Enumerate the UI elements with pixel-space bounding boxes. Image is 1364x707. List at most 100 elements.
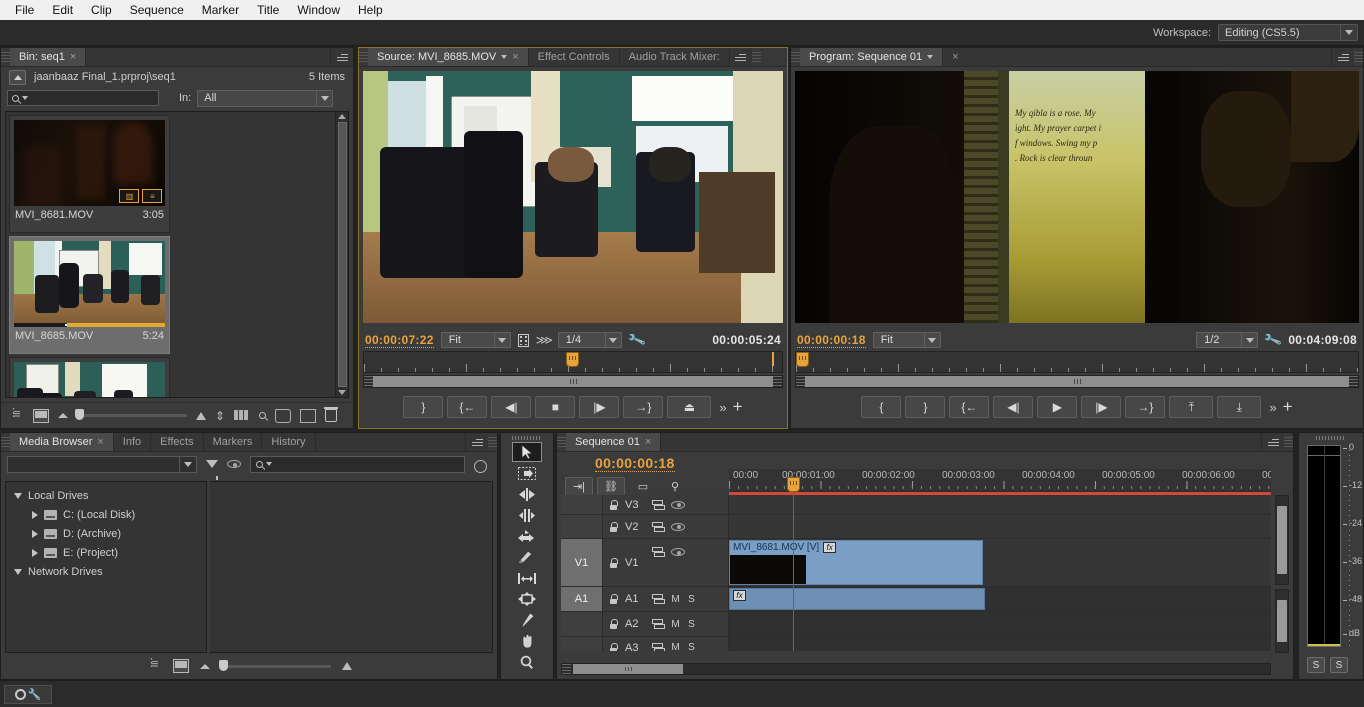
timeline-playhead[interactable] bbox=[787, 477, 800, 492]
track-header-v1[interactable]: V1 bbox=[603, 539, 729, 586]
step-forward-button[interactable]: |▶ bbox=[1081, 396, 1122, 418]
zoom-tool[interactable] bbox=[512, 652, 542, 672]
list-view-icon[interactable] bbox=[8, 406, 24, 423]
scrollbar-thumb[interactable] bbox=[337, 122, 347, 387]
chevron-down-icon[interactable] bbox=[501, 55, 508, 59]
menu-item-window[interactable]: Window bbox=[288, 1, 349, 19]
track-lane-a2[interactable] bbox=[729, 612, 1271, 636]
track-target-v3[interactable] bbox=[561, 495, 603, 514]
panel-grip-icon[interactable] bbox=[488, 437, 497, 447]
timeline-video-scrollbar[interactable] bbox=[1275, 495, 1289, 585]
step-back-button[interactable]: ◀| bbox=[993, 396, 1034, 418]
filter-funnel-icon[interactable] bbox=[206, 460, 218, 480]
track-lane-v1[interactable]: MVI_8681.MOV [V] fx bbox=[729, 539, 1271, 586]
bin-item[interactable]: ≡ MVI_8684.MOV 3:20 bbox=[9, 357, 170, 397]
tab-effects[interactable]: Effects bbox=[151, 433, 204, 451]
scrollbar-thumb[interactable] bbox=[373, 376, 773, 387]
rolling-edit-tool[interactable] bbox=[512, 505, 542, 525]
zoom-in-icon[interactable] bbox=[196, 411, 206, 420]
tree-item-drive-e[interactable]: E: (Project) bbox=[6, 543, 206, 562]
icon-view-icon[interactable] bbox=[33, 408, 49, 423]
chevron-right-icon[interactable] bbox=[32, 510, 38, 519]
source-zoom-scrollbar[interactable] bbox=[363, 375, 783, 388]
eye-icon[interactable] bbox=[671, 500, 685, 509]
panel-grip-icon[interactable] bbox=[1354, 52, 1363, 62]
track-row-v3[interactable]: V3 bbox=[561, 495, 1271, 515]
tab-sequence-01[interactable]: Sequence 01 × bbox=[566, 433, 662, 451]
close-icon[interactable]: × bbox=[70, 51, 76, 63]
set-out-point-button[interactable]: } bbox=[905, 396, 946, 418]
track-row-a3[interactable]: A3 M S bbox=[561, 637, 1271, 651]
close-icon[interactable]: × bbox=[512, 51, 518, 63]
tab-markers[interactable]: Markers bbox=[203, 433, 263, 451]
source-playhead[interactable] bbox=[566, 352, 579, 367]
go-to-out-point-button[interactable]: →} bbox=[1125, 396, 1166, 418]
hand-tool[interactable] bbox=[512, 631, 542, 651]
panel-grip-icon[interactable] bbox=[1, 52, 10, 62]
zoom-in-icon[interactable] bbox=[342, 662, 352, 670]
track-target-a2[interactable] bbox=[561, 612, 603, 636]
thumbnail[interactable]: ▥ ≡ bbox=[14, 120, 165, 206]
bin-panel-menu-button[interactable] bbox=[331, 48, 353, 66]
chevron-down-icon[interactable] bbox=[316, 90, 332, 106]
waveform-icon[interactable]: ⋙ bbox=[536, 333, 553, 347]
bin-item[interactable]: ▥ ≡ MVI_8681.MOV 3:05 bbox=[9, 115, 170, 233]
scroll-handle-left[interactable] bbox=[796, 376, 805, 387]
panel-grip-icon[interactable] bbox=[359, 52, 368, 62]
panel-grip-icon[interactable] bbox=[557, 437, 566, 447]
track-row-a1[interactable]: A1 A1 M S fx bbox=[561, 587, 1271, 612]
slip-tool[interactable] bbox=[512, 568, 542, 588]
program-ruler[interactable] bbox=[795, 351, 1359, 373]
timeline-clip-v1[interactable]: MVI_8681.MOV [V] fx bbox=[729, 540, 983, 585]
media-browser-file-list[interactable] bbox=[210, 481, 493, 653]
timeline-audio-scrollbar[interactable] bbox=[1275, 589, 1289, 653]
tab-source-monitor[interactable]: Source: MVI_8685.MOV × bbox=[368, 48, 529, 66]
chevron-down-icon[interactable] bbox=[1340, 25, 1357, 40]
track-header-v2[interactable]: V2 bbox=[603, 515, 729, 538]
track-row-v1[interactable]: V1 V1 MVI_8681.MOV [V] fx bbox=[561, 539, 1271, 587]
scrollbar-thumb[interactable] bbox=[805, 376, 1349, 387]
tab-media-browser[interactable]: Media Browser × bbox=[10, 433, 114, 451]
chevron-down-icon[interactable] bbox=[179, 456, 196, 472]
program-fit-select[interactable]: Fit bbox=[872, 332, 941, 348]
solo-button[interactable]: S bbox=[687, 594, 696, 605]
add-button-icon[interactable]: + bbox=[733, 398, 743, 415]
chevron-down-icon[interactable] bbox=[493, 333, 510, 347]
mute-button[interactable]: M bbox=[671, 619, 680, 630]
go-to-in-point-button[interactable]: {← bbox=[447, 396, 488, 418]
bin-scrollbar[interactable] bbox=[335, 112, 348, 397]
bin-in-select[interactable]: All bbox=[197, 89, 334, 107]
scrollbar-thumb[interactable] bbox=[573, 664, 683, 674]
chevron-down-icon[interactable] bbox=[14, 568, 22, 575]
insert-button[interactable]: ⏏ bbox=[667, 396, 712, 418]
pen-tool[interactable] bbox=[512, 610, 542, 630]
tab-bin-seq1[interactable]: Bin: seq1 × bbox=[10, 48, 87, 66]
sync-lock-icon[interactable] bbox=[652, 619, 665, 629]
mute-button[interactable]: M bbox=[671, 594, 680, 605]
add-button-icon[interactable]: + bbox=[1283, 398, 1293, 415]
menu-item-file[interactable]: File bbox=[6, 1, 43, 19]
media-browser-search-input[interactable] bbox=[250, 455, 465, 473]
track-select-tool[interactable] bbox=[512, 463, 542, 483]
track-header-v3[interactable]: V3 bbox=[603, 495, 729, 514]
tree-item-local-drives[interactable]: Local Drives bbox=[6, 486, 206, 505]
sync-lock-icon[interactable] bbox=[652, 642, 665, 651]
slide-tool[interactable] bbox=[512, 589, 542, 609]
settings-wrench-icon[interactable]: 🔧 bbox=[627, 330, 648, 351]
eye-icon[interactable] bbox=[227, 460, 241, 468]
list-view-icon[interactable] bbox=[146, 656, 162, 673]
source-quality-select[interactable]: 1/4 bbox=[557, 332, 622, 348]
scrollbar-thumb[interactable] bbox=[1277, 506, 1287, 574]
track-lane-v3[interactable] bbox=[729, 495, 1271, 514]
automate-to-sequence-icon[interactable] bbox=[234, 409, 250, 423]
tab-audio-track-mixer[interactable]: Audio Track Mixer: bbox=[619, 48, 730, 66]
timeline-playhead-timecode[interactable]: 00:00:00:18 bbox=[595, 455, 675, 472]
ripple-edit-tool[interactable] bbox=[512, 484, 542, 504]
linked-selection-button[interactable]: ⛓ bbox=[597, 477, 625, 496]
chevron-down-icon[interactable] bbox=[14, 492, 22, 499]
source-duration-timecode[interactable]: 00:00:05:24 bbox=[712, 333, 781, 347]
track-row-v2[interactable]: V2 bbox=[561, 515, 1271, 539]
lock-icon[interactable] bbox=[609, 619, 618, 629]
step-back-button[interactable]: ◀| bbox=[491, 396, 532, 418]
track-header-a3[interactable]: A3 M S bbox=[603, 637, 729, 651]
